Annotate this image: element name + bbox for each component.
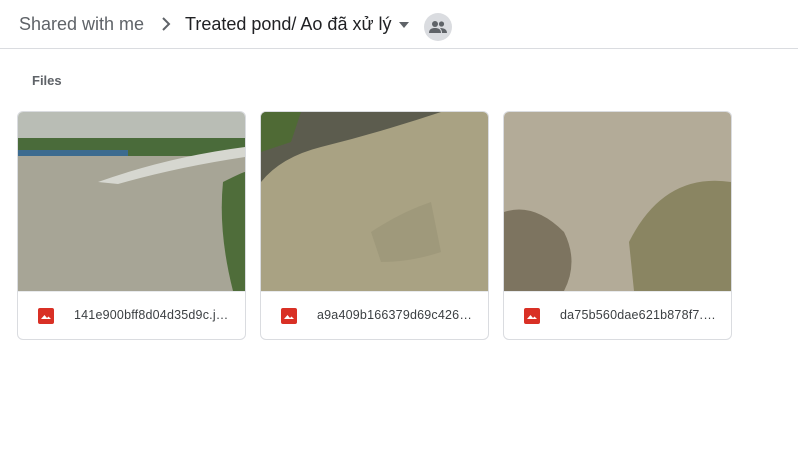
image-icon bbox=[38, 308, 54, 324]
file-card-footer: 141e900bff8d04d35d9c.j… bbox=[18, 291, 245, 339]
breadcrumb-shared-with-me[interactable]: Shared with me bbox=[19, 14, 144, 35]
people-icon bbox=[429, 21, 447, 33]
caret-down-icon[interactable] bbox=[398, 20, 410, 30]
file-card[interactable]: a9a409b166379d69c426… bbox=[260, 111, 489, 340]
shared-folder-icon[interactable] bbox=[424, 13, 452, 41]
files-section-label: Files bbox=[32, 73, 62, 88]
file-thumbnail bbox=[18, 112, 245, 291]
file-name: 141e900bff8d04d35d9c.j… bbox=[74, 308, 229, 322]
file-card[interactable]: da75b560dae621b878f7.… bbox=[503, 111, 732, 340]
file-name: a9a409b166379d69c426… bbox=[317, 308, 473, 322]
image-icon bbox=[281, 308, 297, 324]
chevron-right-icon bbox=[162, 17, 171, 31]
file-thumbnail bbox=[504, 112, 731, 291]
file-card[interactable]: 141e900bff8d04d35d9c.j… bbox=[17, 111, 246, 340]
file-card-footer: a9a409b166379d69c426… bbox=[261, 291, 488, 339]
file-name: da75b560dae621b878f7.… bbox=[560, 308, 716, 322]
image-icon bbox=[524, 308, 540, 324]
top-bar: Shared with me Treated pond/ Ao đã xử lý bbox=[0, 0, 798, 49]
file-card-footer: da75b560dae621b878f7.… bbox=[504, 291, 731, 339]
file-thumbnail bbox=[261, 112, 488, 291]
breadcrumb-current-folder[interactable]: Treated pond/ Ao đã xử lý bbox=[185, 14, 392, 35]
